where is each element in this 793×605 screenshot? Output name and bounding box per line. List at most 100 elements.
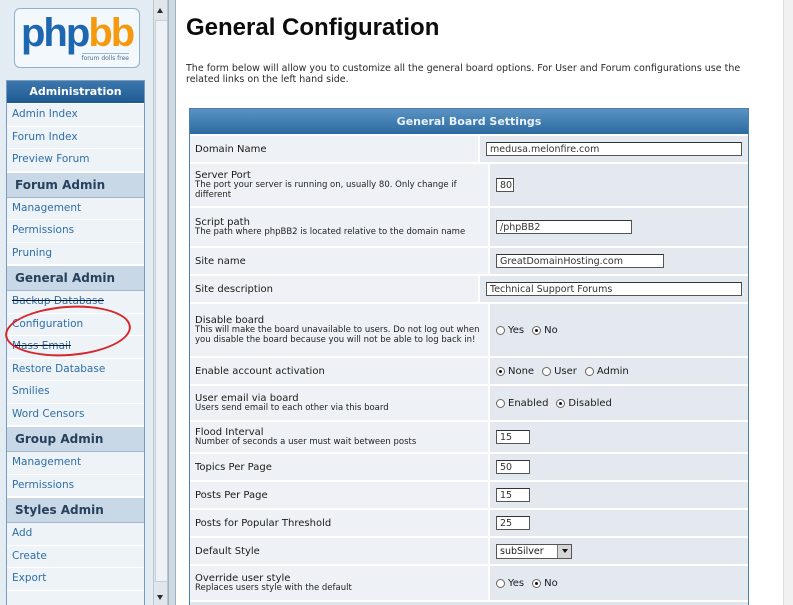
nav-styles-add[interactable]: Add — [7, 523, 144, 546]
nav-styles-create[interactable]: Create — [7, 546, 144, 568]
settings-table: General Board Settings Domain Name medus… — [189, 108, 749, 605]
label-text: Site description — [195, 283, 273, 295]
row-domain-name: Domain Name medusa.melonfire.com — [190, 136, 748, 164]
nav-admin-index[interactable]: Admin Index — [7, 104, 144, 127]
row-popular-threshold: Posts for Popular Threshold 25 — [190, 510, 748, 538]
radio-icon[interactable] — [496, 325, 505, 335]
nav-group-permissions[interactable]: Permissions — [7, 475, 144, 497]
label-user-email: User email via board Users send email to… — [190, 386, 490, 420]
label-text: Posts Per Page — [195, 489, 268, 501]
label-topics-per-page: Topics Per Page — [190, 454, 490, 480]
radio-label: Yes — [508, 324, 525, 336]
radio-label: Enabled — [508, 397, 549, 409]
radio-selected-icon[interactable] — [532, 325, 542, 335]
label-text: Domain Name — [195, 143, 267, 155]
row-disable-board: Disable board This will make the board u… — [190, 304, 748, 358]
topics-per-page-input[interactable]: 50 — [496, 460, 530, 474]
script-path-input[interactable]: /phpBB2 — [496, 220, 632, 234]
label-server-port: Server Port The port your server is runn… — [190, 164, 490, 206]
site-description-input[interactable]: Technical Support Forums — [486, 282, 742, 296]
nav-mass-email[interactable]: Mass Email — [7, 336, 144, 359]
disable-board-yes-radio[interactable]: Yes — [496, 325, 524, 336]
scrollbar-thumb[interactable] — [155, 20, 167, 582]
radio-selected-icon[interactable] — [496, 366, 505, 376]
flood-interval-input[interactable]: 15 — [496, 430, 530, 444]
phpbb-logo[interactable]: phpbb forum dolls free — [14, 8, 140, 68]
nav-smilies[interactable]: Smilies — [7, 381, 144, 404]
nav-forum-permissions[interactable]: Permissions — [7, 220, 144, 243]
row-override-style: Override user style Replaces users style… — [190, 566, 748, 602]
nav-forum-index[interactable]: Forum Index — [7, 127, 144, 149]
admin-navigation-frame: phpbb forum dolls free Administration Ad… — [0, 0, 168, 605]
radio-icon[interactable] — [542, 366, 552, 376]
activation-admin-radio[interactable]: Admin — [584, 366, 629, 377]
radio-selected-icon[interactable] — [556, 398, 566, 408]
activation-none-radio[interactable]: None — [496, 366, 534, 377]
popular-threshold-input[interactable]: 25 — [496, 516, 530, 530]
nav-preview-forum[interactable]: Preview Forum — [7, 149, 144, 172]
label-hint: The port your server is running on, usua… — [195, 180, 457, 200]
label-posts-per-page: Posts Per Page — [190, 482, 490, 508]
row-server-port: Server Port The port your server is runn… — [190, 164, 748, 208]
disable-board-no-radio[interactable]: No — [532, 325, 558, 336]
select-value: subSilver — [500, 545, 544, 557]
posts-per-page-input[interactable]: 15 — [496, 488, 530, 502]
label-text: Enable account activation — [195, 365, 325, 377]
nav-configuration[interactable]: Configuration — [7, 314, 144, 336]
label-flood-interval: Flood Interval Number of seconds a user … — [190, 422, 490, 452]
label-hint: Users send email to each other via this … — [195, 402, 389, 413]
label-hint: This will make the board unavailable to … — [195, 325, 480, 345]
row-account-activation: Enable account activation None User Admi… — [190, 358, 748, 386]
activation-user-radio[interactable]: User — [542, 366, 577, 377]
server-port-input[interactable]: 80 — [496, 178, 514, 192]
override-style-yes-radio[interactable]: Yes — [496, 578, 524, 589]
domain-name-input[interactable]: medusa.melonfire.com — [486, 142, 742, 156]
row-user-email: User email via board Users send email to… — [190, 386, 748, 422]
radio-label: No — [544, 577, 558, 589]
page-description: The form below will allow you to customi… — [186, 63, 741, 85]
label-site-name: Site name — [190, 248, 490, 274]
frame-splitter[interactable] — [168, 0, 176, 605]
label-hint: The path where phpBB2 is located relativ… — [195, 226, 466, 237]
nav-restore-database[interactable]: Restore Database — [7, 359, 144, 381]
main-scrollbar[interactable] — [783, 0, 793, 605]
nav-styles-export[interactable]: Export — [7, 568, 144, 591]
nav-group-management[interactable]: Management — [7, 452, 144, 475]
nav-backup-database[interactable]: Backup Database — [7, 291, 144, 314]
label-account-activation: Enable account activation — [190, 358, 490, 384]
logo-php: php — [21, 11, 90, 55]
label-override-style: Override user style Replaces users style… — [190, 566, 490, 600]
label-site-description: Site description — [190, 276, 480, 302]
default-style-select[interactable]: subSilver — [496, 543, 572, 559]
label-text: Default Style — [195, 545, 260, 557]
label-text: Site name — [195, 255, 246, 267]
user-email-disabled-radio[interactable]: Disabled — [556, 397, 612, 409]
radio-icon[interactable] — [496, 398, 505, 408]
site-name-input[interactable]: GreatDomainHosting.com — [496, 254, 664, 268]
nav-pruning[interactable]: Pruning — [7, 243, 144, 265]
main-content: General Configuration The form below wil… — [176, 0, 793, 605]
radio-icon[interactable] — [496, 578, 505, 588]
user-email-enabled-radio[interactable]: Enabled — [496, 398, 548, 409]
left-scrollbar[interactable] — [153, 0, 167, 605]
admin-menu-header: Administration — [7, 81, 144, 104]
section-general-admin: General Admin — [7, 265, 144, 291]
radio-label: Disabled — [568, 397, 612, 409]
radio-icon[interactable] — [584, 366, 594, 376]
label-text: Topics Per Page — [195, 461, 272, 473]
nav-word-censors[interactable]: Word Censors — [7, 404, 144, 426]
override-style-no-radio[interactable]: No — [532, 578, 558, 589]
section-forum-admin: Forum Admin — [7, 171, 144, 198]
logo-tagline: forum dolls free — [81, 53, 129, 62]
chevron-down-icon[interactable] — [557, 544, 571, 558]
scroll-down-icon[interactable] — [157, 595, 163, 600]
label-hint: Number of seconds a user must wait betwe… — [195, 436, 417, 447]
label-default-style: Default Style — [190, 538, 490, 564]
scroll-up-icon[interactable] — [157, 8, 163, 13]
nav-forum-management[interactable]: Management — [7, 198, 144, 220]
radio-label: Yes — [508, 577, 525, 589]
label-disable-board: Disable board This will make the board u… — [190, 304, 490, 356]
radio-selected-icon[interactable] — [532, 578, 542, 588]
section-group-admin: Group Admin — [7, 426, 144, 452]
radio-label: User — [554, 365, 577, 377]
